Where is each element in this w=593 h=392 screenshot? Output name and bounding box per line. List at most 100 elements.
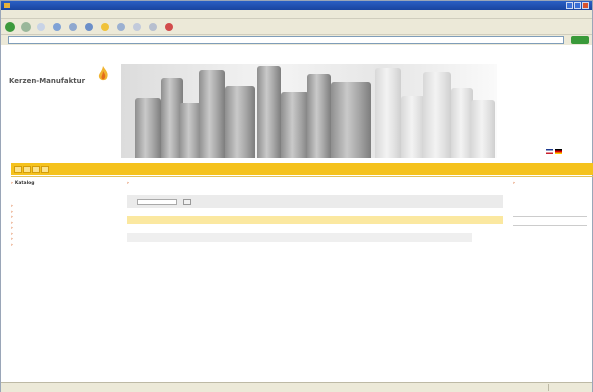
- browser-window: Kerzen-Manufaktur › Katalog › › › › › › …: [0, 0, 593, 392]
- logo-title: Kerzen-Manufaktur: [9, 77, 86, 85]
- column-header[interactable]: [314, 216, 347, 224]
- search-button[interactable]: [85, 21, 96, 32]
- column-header[interactable]: [471, 216, 503, 224]
- edit-button[interactable]: [165, 21, 176, 32]
- stop-button[interactable]: [37, 21, 48, 32]
- address-input[interactable]: [8, 36, 564, 44]
- arrow-icon: ›: [11, 181, 13, 186]
- candle-image: [331, 82, 371, 158]
- home-button[interactable]: [69, 21, 80, 32]
- candle-image: [375, 68, 401, 158]
- arrow-icon: ›: [11, 215, 13, 220]
- search-submit-button[interactable]: [183, 198, 191, 205]
- history-icon: [117, 22, 125, 31]
- table-row[interactable]: [127, 233, 503, 242]
- table-cell: [377, 233, 409, 242]
- table-cell: [283, 233, 315, 242]
- nav-tab[interactable]: [32, 165, 40, 173]
- table-cell: [127, 242, 158, 251]
- menu-bar: [1, 10, 592, 18]
- right-panel: ›: [513, 181, 589, 226]
- column-header[interactable]: [377, 216, 409, 224]
- flag-english-icon[interactable]: [546, 149, 553, 154]
- stop-icon: [37, 22, 45, 31]
- star-icon: [101, 22, 109, 31]
- page-title: ›: [127, 181, 507, 186]
- arrow-icon: ›: [11, 209, 13, 215]
- site-logo[interactable]: Kerzen-Manufaktur: [9, 63, 117, 103]
- candle-image: [307, 74, 331, 158]
- minimize-button[interactable]: [566, 2, 573, 9]
- favorites-button[interactable]: [101, 21, 112, 32]
- arrow-icon: ›: [513, 181, 515, 186]
- print-button[interactable]: [149, 21, 160, 32]
- column-header[interactable]: [189, 216, 221, 224]
- table-cell: [284, 224, 315, 233]
- arrow-icon: ›: [11, 242, 13, 248]
- home-icon: [69, 22, 77, 31]
- go-button[interactable]: [571, 36, 589, 44]
- main-nav: [11, 163, 593, 175]
- candle-image: [135, 98, 161, 158]
- nav-tab[interactable]: [14, 165, 22, 173]
- table-header-row: [127, 216, 503, 224]
- flame-logo-icon: [98, 66, 108, 81]
- arrow-icon: ›: [11, 226, 13, 231]
- table-cell: [158, 242, 189, 251]
- table-row[interactable]: [127, 224, 503, 233]
- mail-button[interactable]: [133, 21, 144, 32]
- table-cell: [346, 233, 378, 242]
- table-cell: [252, 242, 283, 251]
- maximize-button[interactable]: [574, 2, 581, 9]
- table-cell: [158, 233, 190, 242]
- sidebar-item[interactable]: ›: [11, 243, 121, 249]
- table-cell: [284, 242, 315, 251]
- table-cell: [315, 242, 346, 251]
- right-panel-box[interactable]: [513, 216, 587, 226]
- candle-image: [257, 66, 281, 158]
- forward-icon: [21, 21, 31, 32]
- search-panel: [127, 195, 503, 208]
- column-header[interactable]: [346, 216, 378, 224]
- window-titlebar: [1, 1, 592, 10]
- back-icon: [5, 21, 15, 32]
- table-cell: [378, 242, 409, 251]
- table-cell: [409, 224, 440, 233]
- candle-image: [401, 96, 425, 158]
- arrow-icon: ›: [127, 181, 129, 186]
- refresh-button[interactable]: [53, 21, 64, 32]
- column-header[interactable]: [408, 216, 441, 224]
- candle-image: [199, 70, 225, 158]
- flag-german-icon[interactable]: [555, 149, 562, 154]
- print-icon: [149, 22, 157, 31]
- search-input[interactable]: [137, 198, 177, 205]
- close-button[interactable]: [582, 2, 589, 9]
- history-button[interactable]: [117, 21, 128, 32]
- sidebar-title: › Katalog: [11, 181, 121, 186]
- nav-tab[interactable]: [23, 165, 31, 173]
- back-button[interactable]: [5, 21, 16, 32]
- table-cell: [314, 233, 347, 242]
- hero-image-candles: [121, 64, 497, 158]
- nav-tab[interactable]: [41, 165, 49, 173]
- status-bar: [1, 382, 592, 392]
- table-row[interactable]: [127, 242, 503, 251]
- table-cell: [346, 242, 377, 251]
- arrow-icon: ›: [11, 231, 13, 237]
- column-header[interactable]: [252, 216, 284, 224]
- table-cell: [315, 224, 346, 233]
- table-cell: [408, 233, 441, 242]
- column-header[interactable]: [440, 216, 472, 224]
- mail-icon: [133, 22, 141, 31]
- column-header[interactable]: [220, 216, 253, 224]
- candle-image: [471, 100, 495, 158]
- arrow-icon: ›: [11, 237, 13, 242]
- nav-divider: [11, 176, 593, 177]
- table-cell: [440, 224, 471, 233]
- column-header[interactable]: [283, 216, 315, 224]
- browser-icon: [4, 3, 10, 8]
- column-header[interactable]: [158, 216, 190, 224]
- column-header[interactable]: [127, 216, 159, 224]
- forward-button[interactable]: [21, 21, 32, 32]
- table-cell: [252, 233, 284, 242]
